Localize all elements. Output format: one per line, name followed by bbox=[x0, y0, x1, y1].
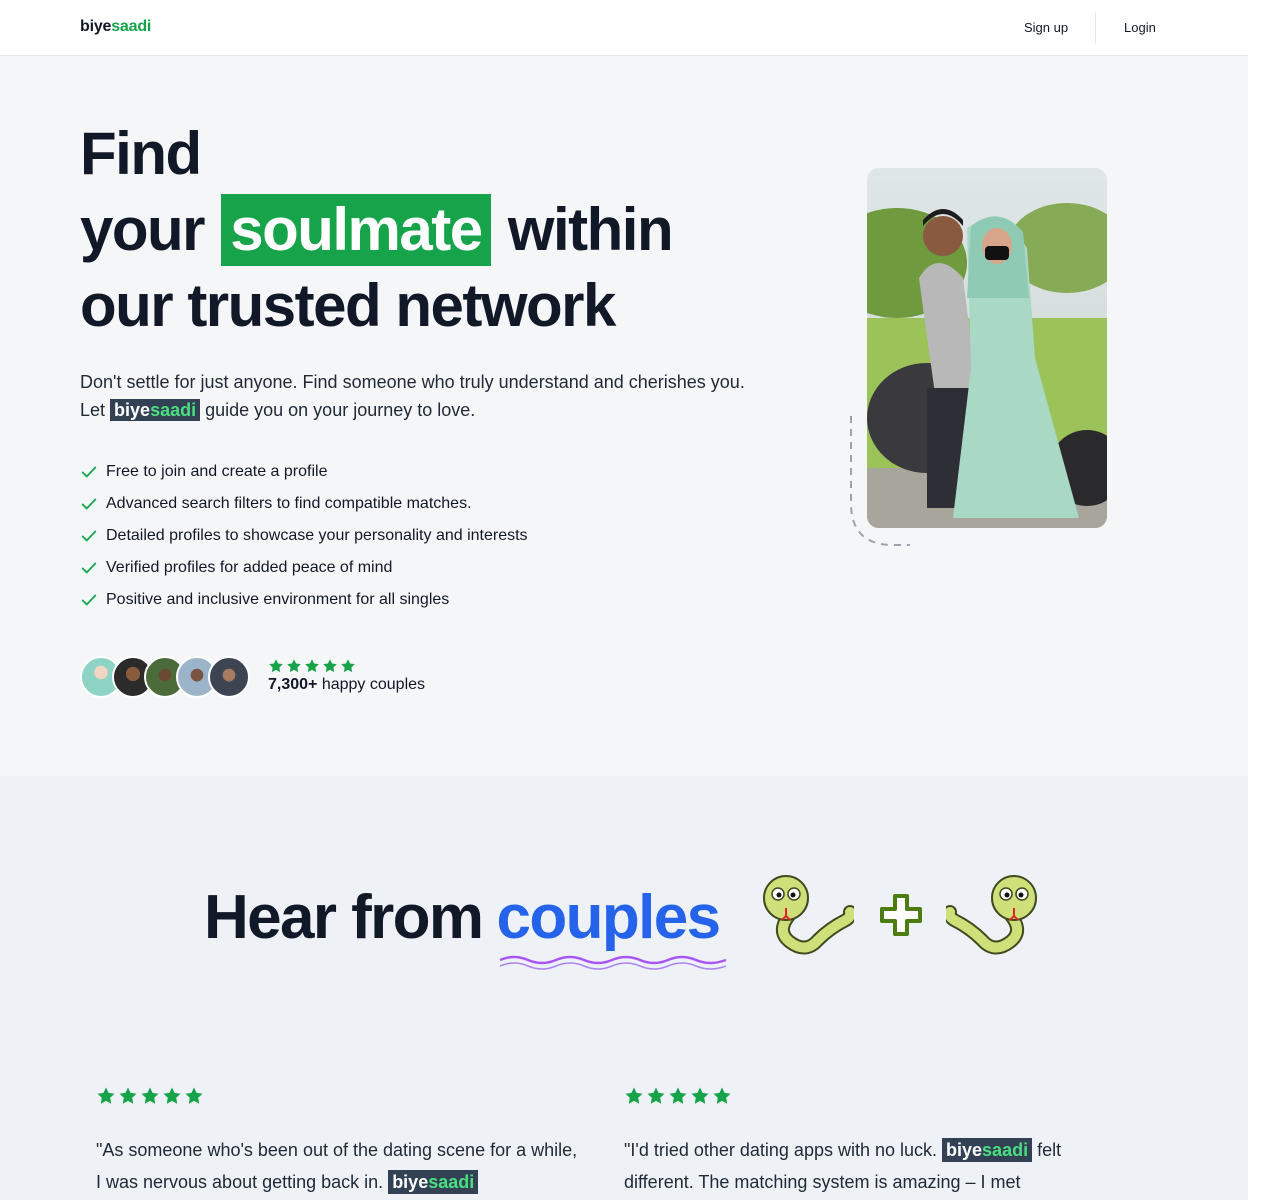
brand-chip: biyesaadi bbox=[388, 1170, 479, 1194]
review-card: "As someone who's been out of the dating… bbox=[96, 1086, 586, 1198]
brand-part2: saadi bbox=[982, 1140, 1029, 1160]
review-quote: "As someone who's been out of the dating… bbox=[96, 1134, 586, 1198]
headline-line1: Find bbox=[80, 120, 202, 187]
snake-emoji bbox=[763, 875, 854, 955]
logo-part1: biye bbox=[80, 18, 112, 35]
review-quote: "I'd tried other dating apps with no luc… bbox=[624, 1134, 1114, 1198]
review-stars bbox=[96, 1086, 586, 1106]
heading-part2: couples bbox=[496, 883, 721, 952]
brand-part1: biye bbox=[392, 1172, 429, 1192]
headline-highlight: soulmate bbox=[221, 194, 491, 266]
star-icon bbox=[97, 1087, 115, 1104]
headline-line3: our trusted network bbox=[80, 272, 616, 339]
feature-item: Verified profiles for added peace of min… bbox=[80, 552, 528, 584]
rating-stars bbox=[268, 658, 356, 674]
star-icon bbox=[625, 1087, 643, 1104]
star-icon bbox=[163, 1087, 181, 1104]
brand-part1: biye bbox=[114, 400, 151, 420]
check-icon bbox=[81, 530, 97, 542]
couples-label: happy couples bbox=[317, 676, 426, 693]
star-icon bbox=[713, 1087, 731, 1104]
star-icon bbox=[119, 1087, 137, 1104]
feature-item: Positive and inclusive environment for a… bbox=[80, 584, 528, 616]
feature-item: Advanced search filters to find compatib… bbox=[80, 488, 528, 520]
quote-text: "I'd tried other dating apps with no luc… bbox=[624, 1140, 943, 1160]
review-stars bbox=[624, 1086, 1114, 1106]
avatar bbox=[208, 656, 250, 698]
testimonials-section: Hear from couples "As someone who's been… bbox=[0, 776, 1248, 1200]
logo[interactable]: biyesaadi bbox=[80, 18, 151, 36]
star-icon bbox=[141, 1087, 159, 1104]
brand-chip: biyesaadi bbox=[942, 1138, 1033, 1162]
brand-part2: saadi bbox=[428, 1172, 475, 1192]
feature-text: Advanced search filters to find compatib… bbox=[106, 495, 472, 512]
feature-item: Free to join and create a profile bbox=[80, 456, 528, 488]
plus-icon bbox=[880, 894, 922, 936]
headline-within: within bbox=[507, 196, 674, 263]
hero-headline: Find your soulmate within our trusted ne… bbox=[80, 116, 800, 344]
check-icon bbox=[81, 498, 97, 510]
star-icon bbox=[269, 659, 283, 673]
check-icon bbox=[81, 594, 97, 606]
feature-text: Detailed profiles to showcase your perso… bbox=[106, 527, 528, 544]
signup-link[interactable]: Sign up bbox=[1024, 20, 1068, 35]
star-icon bbox=[691, 1087, 709, 1104]
top-navbar: biyesaadi Sign up Login bbox=[0, 0, 1248, 56]
star-icon bbox=[323, 659, 337, 673]
star-icon bbox=[305, 659, 319, 673]
feature-list: Free to join and create a profile Advanc… bbox=[80, 456, 528, 616]
headline-your: your bbox=[80, 196, 206, 263]
nav-divider bbox=[1095, 12, 1096, 44]
snake-emoji bbox=[946, 875, 1037, 955]
couple-photo bbox=[867, 168, 1107, 528]
feature-text: Free to join and create a profile bbox=[106, 463, 328, 480]
feature-text: Positive and inclusive environment for a… bbox=[106, 591, 450, 608]
login-link[interactable]: Login bbox=[1124, 20, 1156, 35]
brand-part1: biye bbox=[946, 1140, 983, 1160]
quote-text: "As someone who's been out of the dating… bbox=[96, 1140, 578, 1192]
review-card: "I'd tried other dating apps with no luc… bbox=[624, 1086, 1114, 1198]
wavy-underline bbox=[499, 955, 727, 970]
star-icon bbox=[669, 1087, 687, 1104]
hero-photo-frame bbox=[848, 168, 1108, 548]
logo-part2: saadi bbox=[111, 18, 152, 35]
check-icon bbox=[81, 466, 97, 478]
couples-count-line: 7,300+ happy couples bbox=[268, 676, 425, 694]
couples-count: 7,300+ bbox=[268, 676, 318, 693]
testimonials-heading: Hear from couples bbox=[204, 882, 721, 953]
star-icon bbox=[287, 659, 301, 673]
check-icon bbox=[81, 562, 97, 574]
hero-section: Find your soulmate within our trusted ne… bbox=[0, 56, 1248, 776]
brand-chip: biyesaadi bbox=[110, 399, 201, 421]
lead-after: guide you on your journey to love. bbox=[200, 400, 476, 420]
brand-part2: saadi bbox=[150, 400, 197, 420]
heading-part1: Hear from bbox=[204, 883, 484, 952]
social-proof: 7,300+ happy couples bbox=[80, 656, 500, 698]
feature-text: Verified profiles for added peace of min… bbox=[106, 559, 393, 576]
star-icon bbox=[185, 1087, 203, 1104]
hero-lead: Don't settle for just anyone. Find someo… bbox=[80, 368, 770, 424]
feature-item: Detailed profiles to showcase your perso… bbox=[80, 520, 528, 552]
star-icon bbox=[647, 1087, 665, 1104]
star-icon bbox=[341, 659, 355, 673]
